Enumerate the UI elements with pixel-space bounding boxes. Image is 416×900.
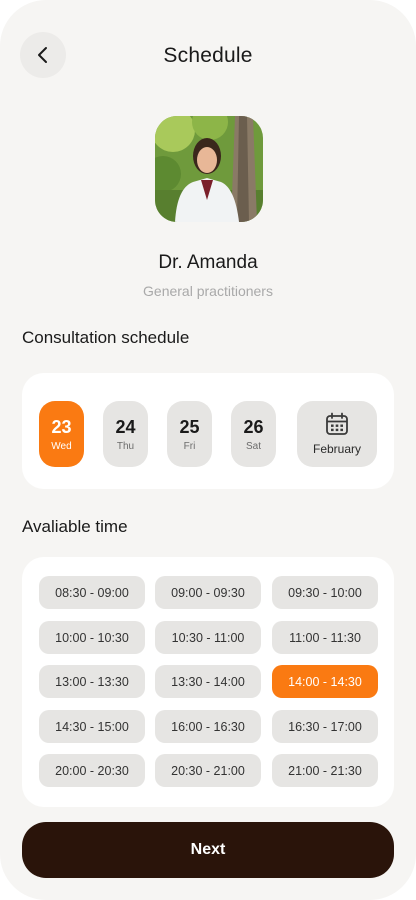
date-option-24[interactable]: 24 Thu	[103, 401, 148, 467]
date-weekday: Thu	[116, 441, 135, 452]
time-slot[interactable]: 11:00 - 11:30	[272, 621, 378, 654]
time-slot[interactable]: 14:30 - 15:00	[39, 710, 145, 743]
date-weekday: Fri	[183, 441, 196, 452]
doctor-avatar	[155, 116, 263, 222]
date-option-26[interactable]: 26 Sat	[231, 401, 276, 467]
time-slot-card: 08:30 - 09:00 09:00 - 09:30 09:30 - 10:0…	[22, 557, 394, 807]
time-slot[interactable]: 09:30 - 10:00	[272, 576, 378, 609]
time-slot[interactable]: 20:30 - 21:00	[155, 754, 261, 787]
time-slot[interactable]: 08:30 - 09:00	[39, 576, 145, 609]
next-button[interactable]: Next	[22, 822, 394, 878]
time-slot[interactable]: 21:00 - 21:30	[272, 754, 378, 787]
date-number: 25	[179, 417, 200, 437]
date-number: 24	[115, 417, 136, 437]
time-slot[interactable]: 10:30 - 11:00	[155, 621, 261, 654]
month-label: February	[312, 442, 362, 456]
time-slot[interactable]: 16:30 - 17:00	[272, 710, 378, 743]
date-option-25[interactable]: 25 Fri	[167, 401, 212, 467]
month-picker-button[interactable]: February	[297, 401, 377, 467]
page-title: Schedule	[163, 44, 253, 67]
calendar-icon	[326, 412, 348, 435]
time-slot[interactable]: 20:00 - 20:30	[39, 754, 145, 787]
time-slot[interactable]: 16:00 - 16:30	[155, 710, 261, 743]
time-slot[interactable]: 13:00 - 13:30	[39, 665, 145, 698]
date-number: 26	[243, 417, 264, 437]
date-picker-card: 23 Wed 24 Thu 25 Fri 26 Sat February	[22, 373, 394, 489]
time-slot[interactable]: 09:00 - 09:30	[155, 576, 261, 609]
time-slot[interactable]: 10:00 - 10:30	[39, 621, 145, 654]
consultation-schedule-heading: Consultation schedule	[22, 328, 190, 347]
time-slot[interactable]: 13:30 - 14:00	[155, 665, 261, 698]
schedule-screen: Schedule Dr. Amanda General practitioner…	[0, 0, 416, 900]
date-weekday: Sat	[245, 441, 261, 452]
date-option-23[interactable]: 23 Wed	[39, 401, 84, 467]
doctor-role: General practitioners	[143, 283, 273, 299]
time-slot-selected[interactable]: 14:00 - 14:30	[272, 665, 378, 698]
date-number: 23	[51, 417, 72, 437]
available-time-heading: Avaliable time	[22, 517, 128, 536]
doctor-name: Dr. Amanda	[158, 252, 258, 273]
date-weekday: Wed	[51, 441, 72, 452]
